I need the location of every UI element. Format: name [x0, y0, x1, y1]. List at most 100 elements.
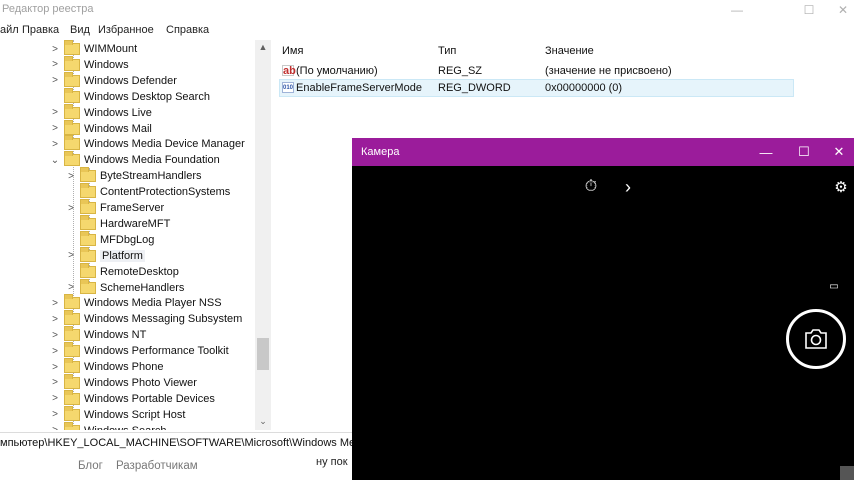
- registry-key-tree[interactable]: > WIMMount > Windows > Windows Defender Window…: [0, 40, 271, 430]
- expand-arrow-icon[interactable]: >: [50, 391, 60, 407]
- column-header-type[interactable]: Тип: [438, 45, 456, 57]
- folder-icon: [80, 246, 96, 262]
- scroll-down-arrow[interactable]: ⌄: [255, 414, 271, 428]
- folder-icon: [64, 405, 80, 421]
- tree-item[interactable]: > Windows Portable Devices: [50, 389, 215, 407]
- expand-arrow-icon[interactable]: >: [66, 200, 76, 216]
- minimize-button[interactable]: —: [714, 0, 760, 20]
- tree-item[interactable]: > WIMMount: [50, 40, 137, 57]
- scrollbar-thumb[interactable]: [257, 338, 269, 370]
- expand-arrow-icon[interactable]: >: [50, 136, 60, 152]
- tree-item-label: Windows Script Host: [84, 408, 186, 421]
- video-mode-icon[interactable]: ▭: [824, 278, 844, 294]
- blog-link[interactable]: Блог: [78, 460, 103, 472]
- tree-item[interactable]: HardwareMFT: [66, 214, 170, 232]
- tree-item-label: ByteStreamHandlers: [100, 170, 202, 183]
- tree-item[interactable]: RemoteDesktop: [66, 262, 179, 280]
- tree-item[interactable]: > Windows Performance Toolkit: [50, 342, 229, 359]
- value-row-enableframeservermode[interactable]: 010 EnableFrameServerMode REG_DWORD 0x00…: [279, 79, 794, 97]
- tree-item[interactable]: ContentProtectionSystems: [66, 183, 231, 200]
- expand-arrow-icon[interactable]: >: [50, 407, 60, 423]
- expand-arrow-icon[interactable]: >: [50, 311, 60, 327]
- expand-arrow-icon[interactable]: >: [50, 73, 60, 89]
- expand-arrow-icon: [66, 232, 76, 248]
- tree-item[interactable]: > Platform: [66, 246, 145, 264]
- expand-arrow-icon[interactable]: >: [50, 343, 60, 359]
- tree-item-label: Windows Media Device Manager: [84, 138, 245, 151]
- tree-item[interactable]: MFDbgLog: [66, 230, 154, 248]
- expand-arrow-icon[interactable]: >: [50, 41, 60, 57]
- value-data: (значение не присвоено): [545, 65, 672, 77]
- close-button[interactable]: ✕: [832, 0, 854, 20]
- folder-icon: [64, 358, 80, 373]
- expand-arrow-icon[interactable]: >: [50, 327, 60, 343]
- tree-item-label: Windows Performance Toolkit: [84, 345, 229, 358]
- tree-item[interactable]: > Windows Defender: [50, 71, 177, 89]
- tree-scrollbar[interactable]: ▲ ⌄: [255, 40, 271, 430]
- take-photo-button[interactable]: [786, 309, 846, 369]
- developers-link[interactable]: Разработчикам: [116, 460, 198, 472]
- folder-icon: [80, 230, 96, 246]
- tree-item[interactable]: > Windows Live: [50, 103, 152, 121]
- folder-icon: [80, 199, 96, 214]
- expand-arrow-icon: [66, 184, 76, 200]
- menu-view[interactable]: Вид: [70, 24, 90, 36]
- expand-arrow-icon[interactable]: >: [66, 248, 76, 264]
- tree-item[interactable]: > Windows Script Host: [50, 405, 186, 423]
- folder-icon: [80, 183, 96, 199]
- timer-icon[interactable]: ⏱: [580, 176, 602, 198]
- dword-value-icon: 010: [282, 82, 294, 93]
- string-value-icon: ab: [282, 65, 296, 77]
- collapse-arrow-icon[interactable]: ⌄: [50, 152, 60, 168]
- tree-item[interactable]: > Windows Messaging Subsystem: [50, 310, 243, 327]
- tree-item[interactable]: > Windows Mail: [50, 119, 152, 137]
- folder-icon: [64, 71, 80, 87]
- tree-item-label: Windows Messaging Subsystem: [84, 313, 243, 326]
- tree-item[interactable]: > SchemeHandlers: [66, 278, 184, 296]
- expand-arrow-icon[interactable]: >: [66, 168, 76, 184]
- tree-item[interactable]: > Windows Media Device Manager: [50, 135, 245, 152]
- menu-help[interactable]: Справка: [166, 24, 209, 36]
- expand-arrow-icon[interactable]: >: [50, 105, 60, 121]
- tree-item[interactable]: > Windows Media Player NSS: [50, 294, 222, 311]
- tree-item[interactable]: Windows Desktop Search: [50, 87, 210, 105]
- folder-icon: [80, 167, 96, 183]
- column-header-data[interactable]: Значение: [545, 45, 594, 57]
- camera-title: Камера: [361, 146, 400, 158]
- scroll-up-arrow[interactable]: ▲: [255, 40, 271, 54]
- expand-arrow-icon[interactable]: >: [50, 423, 60, 430]
- tree-item[interactable]: > Windows Photo Viewer: [50, 373, 197, 391]
- tree-item-label: Windows Search: [84, 425, 167, 430]
- resize-grip[interactable]: [840, 466, 854, 480]
- expand-arrow-icon[interactable]: >: [50, 295, 60, 311]
- camera-minimize-button[interactable]: —: [746, 138, 786, 166]
- tree-item[interactable]: > Windows Phone: [50, 358, 164, 375]
- folder-icon: [64, 342, 80, 358]
- tree-item[interactable]: > ByteStreamHandlers: [66, 167, 202, 184]
- menu-file[interactable]: айл: [0, 24, 19, 36]
- expand-arrow-icon: [50, 89, 60, 105]
- tree-item[interactable]: > Windows Search: [50, 421, 167, 430]
- maximize-button[interactable]: ☐: [786, 0, 832, 20]
- expand-arrow-icon[interactable]: >: [50, 375, 60, 391]
- camera-close-button[interactable]: ✕: [824, 138, 854, 166]
- expand-arrow-icon[interactable]: >: [50, 57, 60, 73]
- expand-arrow-icon[interactable]: >: [50, 121, 60, 137]
- camera-maximize-button[interactable]: ☐: [784, 138, 824, 166]
- tree-item[interactable]: > Windows NT: [50, 326, 146, 343]
- tree-item-label: ContentProtectionSystems: [100, 186, 231, 199]
- expand-arrow-icon[interactable]: >: [66, 280, 76, 296]
- tree-item[interactable]: > FrameServer: [66, 199, 164, 216]
- tree-item[interactable]: ⌄ Windows Media Foundation: [50, 151, 220, 168]
- settings-icon[interactable]: ⚙: [830, 176, 852, 198]
- chevron-right-icon[interactable]: ›: [620, 176, 636, 198]
- column-header-name[interactable]: Имя: [282, 45, 303, 57]
- value-row-default[interactable]: ab (По умолчанию) REG_SZ (значение не пр…: [280, 63, 793, 79]
- menu-edit[interactable]: Правка: [22, 24, 59, 36]
- tree-item-label: RemoteDesktop: [100, 265, 179, 278]
- expand-arrow-icon[interactable]: >: [50, 359, 60, 375]
- folder-icon: [64, 151, 80, 167]
- menu-favorites[interactable]: Избранное: [98, 24, 154, 36]
- menu-bar: айл Правка Вид Избранное Справка: [0, 21, 854, 40]
- tree-item[interactable]: > Windows: [50, 55, 129, 73]
